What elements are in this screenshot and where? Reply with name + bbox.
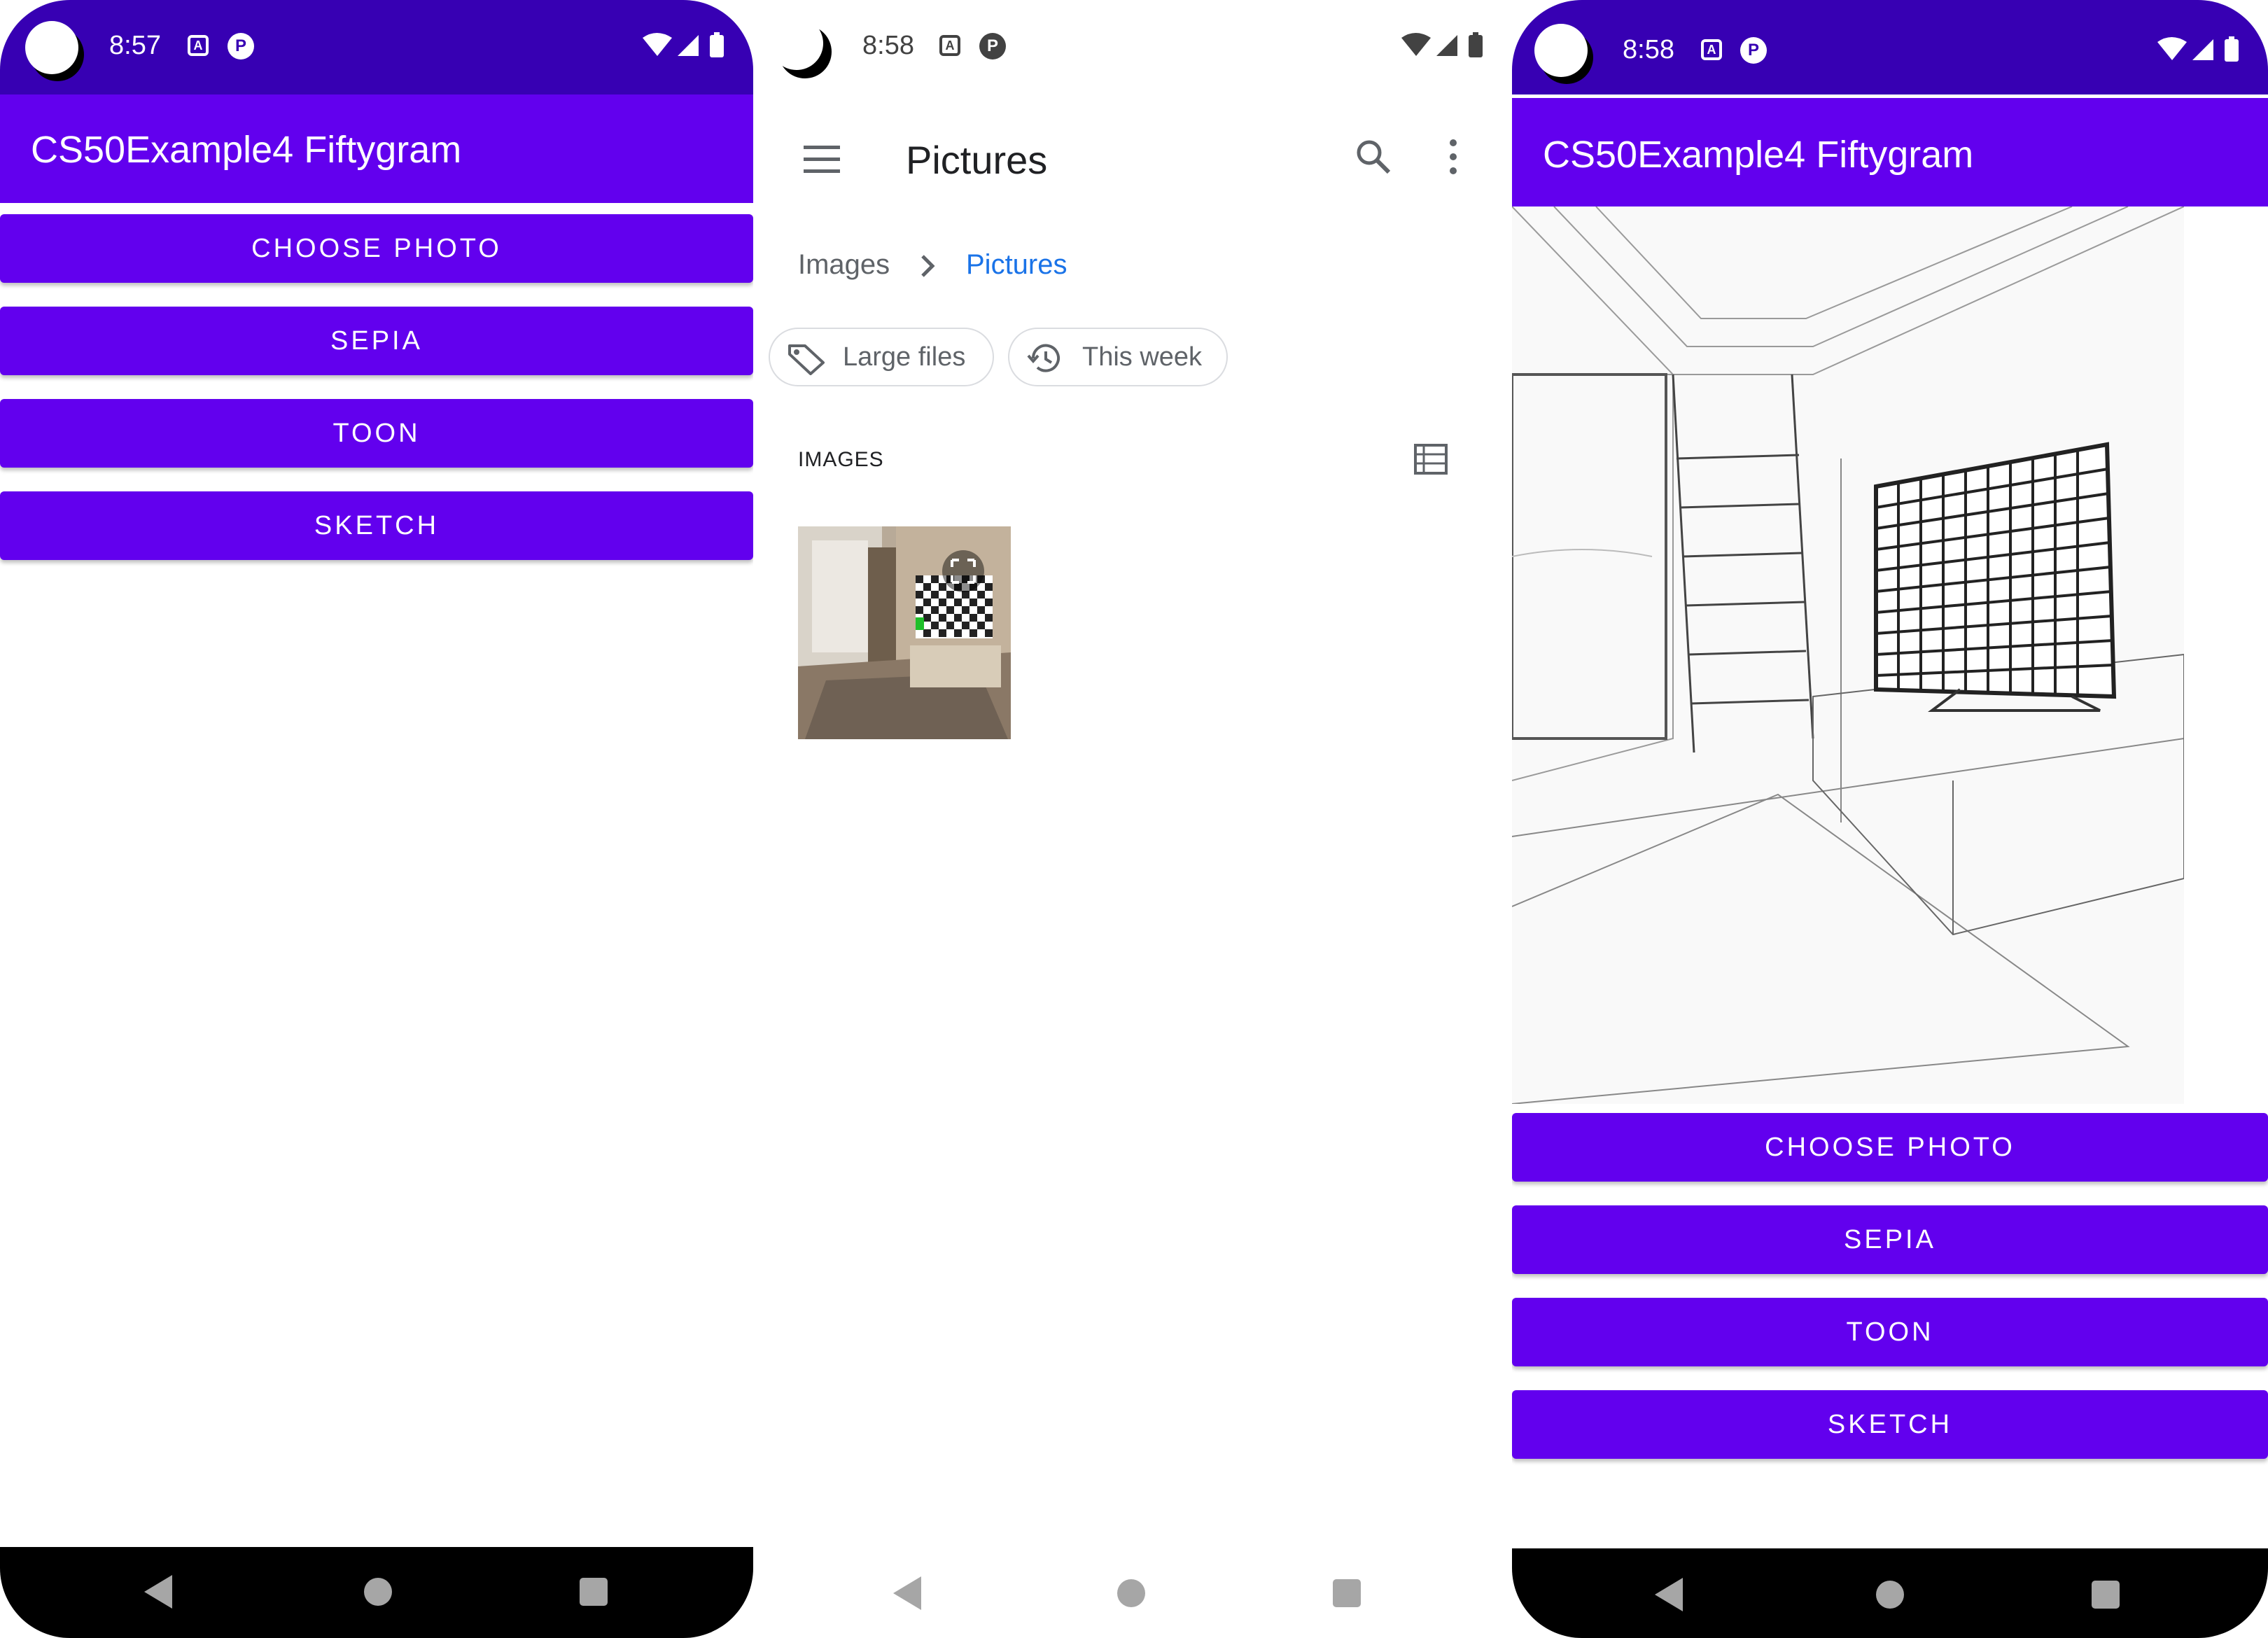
sketch-result-image bbox=[1512, 206, 2184, 1104]
system-status-icons bbox=[1401, 32, 1483, 57]
right-screen: 8:58 A P CS50Example4 Fiftygram CHOOSE P… bbox=[1512, 0, 2268, 1638]
toon-button[interactable]: TOON bbox=[0, 399, 753, 468]
status-bar: 8:58 A P bbox=[1512, 0, 2268, 94]
navigation-bar bbox=[1512, 1548, 2268, 1638]
app-title: CS50Example4 Fiftygram bbox=[31, 129, 462, 171]
navigation-bar bbox=[753, 1547, 1512, 1638]
wifi-icon bbox=[2157, 37, 2187, 60]
chevron-right-icon bbox=[921, 255, 935, 277]
recents-icon[interactable] bbox=[2092, 1581, 2120, 1609]
signal-icon bbox=[1436, 35, 1457, 56]
app-notification-icon: P bbox=[227, 33, 254, 59]
sepia-button[interactable]: SEPIA bbox=[0, 307, 753, 375]
a-notification-icon: A bbox=[1701, 39, 1722, 60]
status-time: 8:57 bbox=[109, 31, 161, 60]
list-view-icon[interactable] bbox=[1414, 444, 1448, 475]
chip-label: Large files bbox=[843, 342, 966, 372]
battery-icon bbox=[710, 35, 724, 57]
a-notification-icon: A bbox=[188, 35, 209, 56]
camera-cutout-icon bbox=[770, 17, 823, 70]
a-notification-icon: A bbox=[939, 35, 960, 56]
home-icon[interactable] bbox=[1117, 1579, 1145, 1607]
app-notification-icon: P bbox=[1740, 37, 1767, 64]
home-icon[interactable] bbox=[1876, 1581, 1904, 1609]
choose-photo-button[interactable]: CHOOSE PHOTO bbox=[0, 214, 753, 283]
app-bar: CS50Example4 Fiftygram bbox=[0, 94, 753, 203]
chip-large-files[interactable]: Large files bbox=[769, 328, 994, 386]
back-icon[interactable] bbox=[893, 1576, 921, 1610]
chip-label: This week bbox=[1082, 342, 1203, 372]
app-bar: CS50Example4 Fiftygram bbox=[1512, 98, 2268, 206]
search-icon[interactable] bbox=[1354, 137, 1393, 176]
home-icon[interactable] bbox=[364, 1578, 392, 1606]
wifi-icon bbox=[643, 33, 672, 56]
back-icon[interactable] bbox=[144, 1575, 172, 1609]
battery-icon bbox=[1469, 35, 1483, 57]
app-title: CS50Example4 Fiftygram bbox=[1543, 134, 1974, 176]
page-title: Pictures bbox=[906, 138, 1048, 182]
system-status-icons bbox=[2157, 36, 2239, 62]
sketch-button[interactable]: SKETCH bbox=[1512, 1390, 2268, 1459]
menu-icon[interactable] bbox=[804, 146, 840, 181]
status-bar: 8:57 A P bbox=[0, 0, 753, 94]
chip-this-week[interactable]: This week bbox=[1008, 328, 1228, 386]
left-screen: 8:57 A P CS50Example4 Fiftygram CHOOSE P… bbox=[0, 0, 753, 1638]
recents-icon[interactable] bbox=[580, 1578, 608, 1606]
image-thumbnail[interactable] bbox=[798, 526, 1011, 739]
status-time: 8:58 bbox=[862, 31, 914, 60]
status-time: 8:58 bbox=[1623, 35, 1674, 64]
more-vert-icon[interactable] bbox=[1445, 137, 1462, 176]
camera-cutout-icon bbox=[1534, 24, 1588, 77]
signal-icon bbox=[2192, 39, 2213, 60]
sketch-button[interactable]: SKETCH bbox=[0, 491, 753, 560]
signal-icon bbox=[678, 35, 699, 56]
recents-icon[interactable] bbox=[1333, 1579, 1361, 1607]
breadcrumb-images[interactable]: Images bbox=[798, 249, 890, 281]
wifi-icon bbox=[1401, 33, 1431, 56]
expand-icon bbox=[942, 550, 984, 592]
back-icon[interactable] bbox=[1655, 1578, 1683, 1611]
choose-photo-button[interactable]: CHOOSE PHOTO bbox=[1512, 1113, 2268, 1182]
app-notification-icon: P bbox=[979, 33, 1006, 59]
system-status-icons bbox=[643, 32, 724, 57]
camera-cutout-icon bbox=[25, 21, 78, 74]
sepia-button[interactable]: SEPIA bbox=[1512, 1205, 2268, 1274]
history-icon bbox=[1027, 344, 1060, 372]
tv-sketch bbox=[1874, 442, 2117, 712]
toon-button[interactable]: TOON bbox=[1512, 1298, 2268, 1366]
battery-icon bbox=[2225, 39, 2239, 62]
status-bar: 8:58 A P bbox=[753, 0, 1512, 94]
middle-screen: 8:58 A P Pictures Images Pictures Large … bbox=[753, 0, 1512, 1638]
tag-icon bbox=[788, 344, 825, 375]
navigation-bar bbox=[0, 1547, 753, 1638]
breadcrumb-pictures[interactable]: Pictures bbox=[966, 249, 1068, 281]
section-label: IMAGES bbox=[798, 448, 884, 471]
